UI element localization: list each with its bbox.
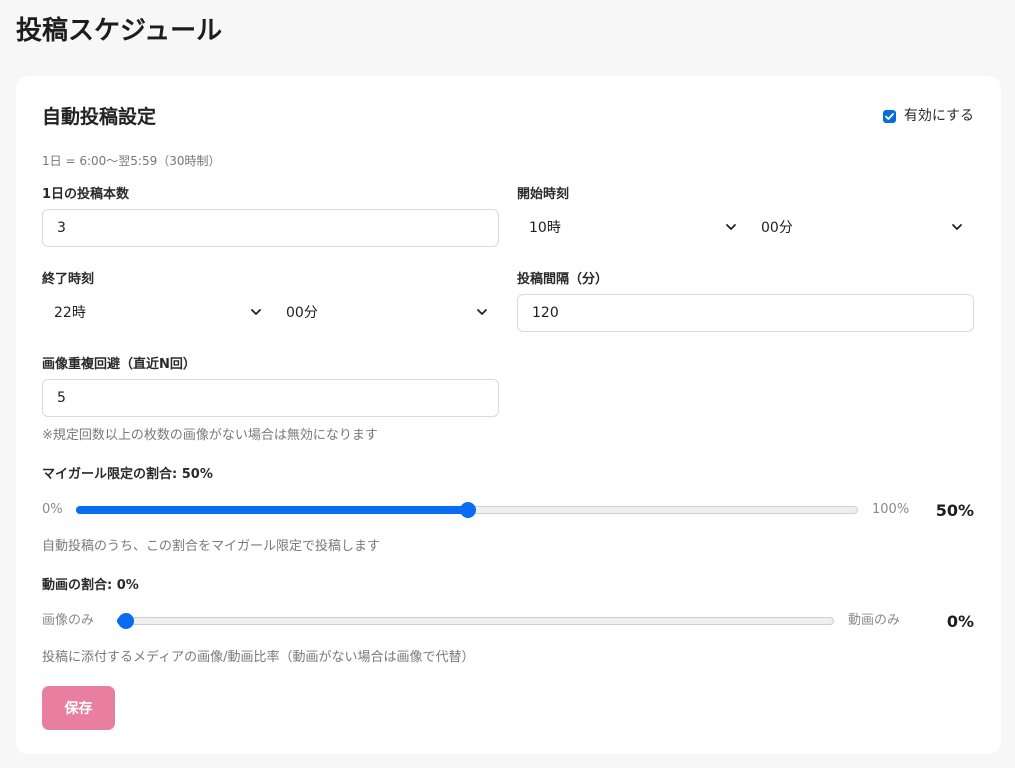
slider-fill: [76, 506, 467, 514]
slider-thumb[interactable]: [460, 502, 476, 518]
my-girl-ratio-min-label: 0%: [42, 502, 63, 517]
video-ratio-slider[interactable]: [117, 613, 834, 629]
end-minute-value: 00分: [286, 305, 318, 321]
posts-per-day-label: 1日の投稿本数: [42, 187, 130, 202]
my-girl-ratio-label: マイガール限定の割合: 50%: [42, 467, 213, 482]
end-hour-select[interactable]: 22時: [42, 294, 274, 330]
start-minute-select[interactable]: 00分: [749, 209, 975, 245]
end-hour-value: 22時: [54, 305, 86, 321]
my-girl-ratio-value: 50%: [935, 501, 974, 520]
checkmark-icon: [884, 112, 894, 120]
interval-input[interactable]: 120: [517, 294, 974, 332]
auto-post-settings-card: 自動投稿設定 有効にする 1日 = 6:00〜翌5:59（30時制） 1日の投稿…: [16, 76, 1001, 754]
my-girl-ratio-slider[interactable]: [76, 502, 858, 518]
start-hour-value: 10時: [529, 220, 561, 236]
video-ratio-label: 動画の割合: 0%: [42, 578, 139, 593]
page-title: 投稿スケジュール: [16, 16, 223, 46]
interval-label: 投稿間隔（分）: [517, 272, 609, 287]
start-time-label: 開始時刻: [517, 187, 570, 202]
chevron-down-icon: [952, 224, 962, 230]
enable-toggle[interactable]: 有効にする: [882, 106, 974, 126]
my-girl-ratio-max-label: 100%: [872, 502, 910, 517]
chevron-down-icon: [726, 224, 736, 230]
end-time-label: 終了時刻: [42, 272, 95, 287]
slider-thumb[interactable]: [118, 613, 134, 629]
image-dedup-label: 画像重複回避（直近N回）: [42, 357, 196, 372]
day-definition-note: 1日 = 6:00〜翌5:59（30時制）: [42, 154, 221, 168]
start-minute-value: 00分: [761, 220, 793, 236]
chevron-down-icon: [477, 309, 487, 315]
my-girl-ratio-help: 自動投稿のうち、この割合をマイガール限定で投稿します: [42, 539, 381, 554]
enable-label: 有効にする: [903, 108, 974, 124]
enable-checkbox[interactable]: [882, 109, 896, 123]
image-dedup-help: ※規定回数以上の枚数の画像がない場合は無効になります: [42, 428, 378, 443]
video-ratio-help: 投稿に添付するメディアの画像/動画比率（動画がない場合は画像で代替）: [42, 650, 475, 665]
video-ratio-min-label: 画像のみ: [42, 613, 95, 628]
chevron-down-icon: [251, 309, 261, 315]
video-ratio-value: 0%: [946, 612, 974, 631]
save-button[interactable]: 保存: [42, 686, 115, 730]
posts-per-day-input[interactable]: 3: [42, 209, 499, 247]
end-minute-select[interactable]: 00分: [274, 294, 500, 330]
image-dedup-input[interactable]: 5: [42, 379, 499, 417]
section-title: 自動投稿設定: [42, 106, 157, 128]
video-ratio-max-label: 動画のみ: [848, 613, 901, 628]
start-hour-select[interactable]: 10時: [517, 209, 749, 245]
